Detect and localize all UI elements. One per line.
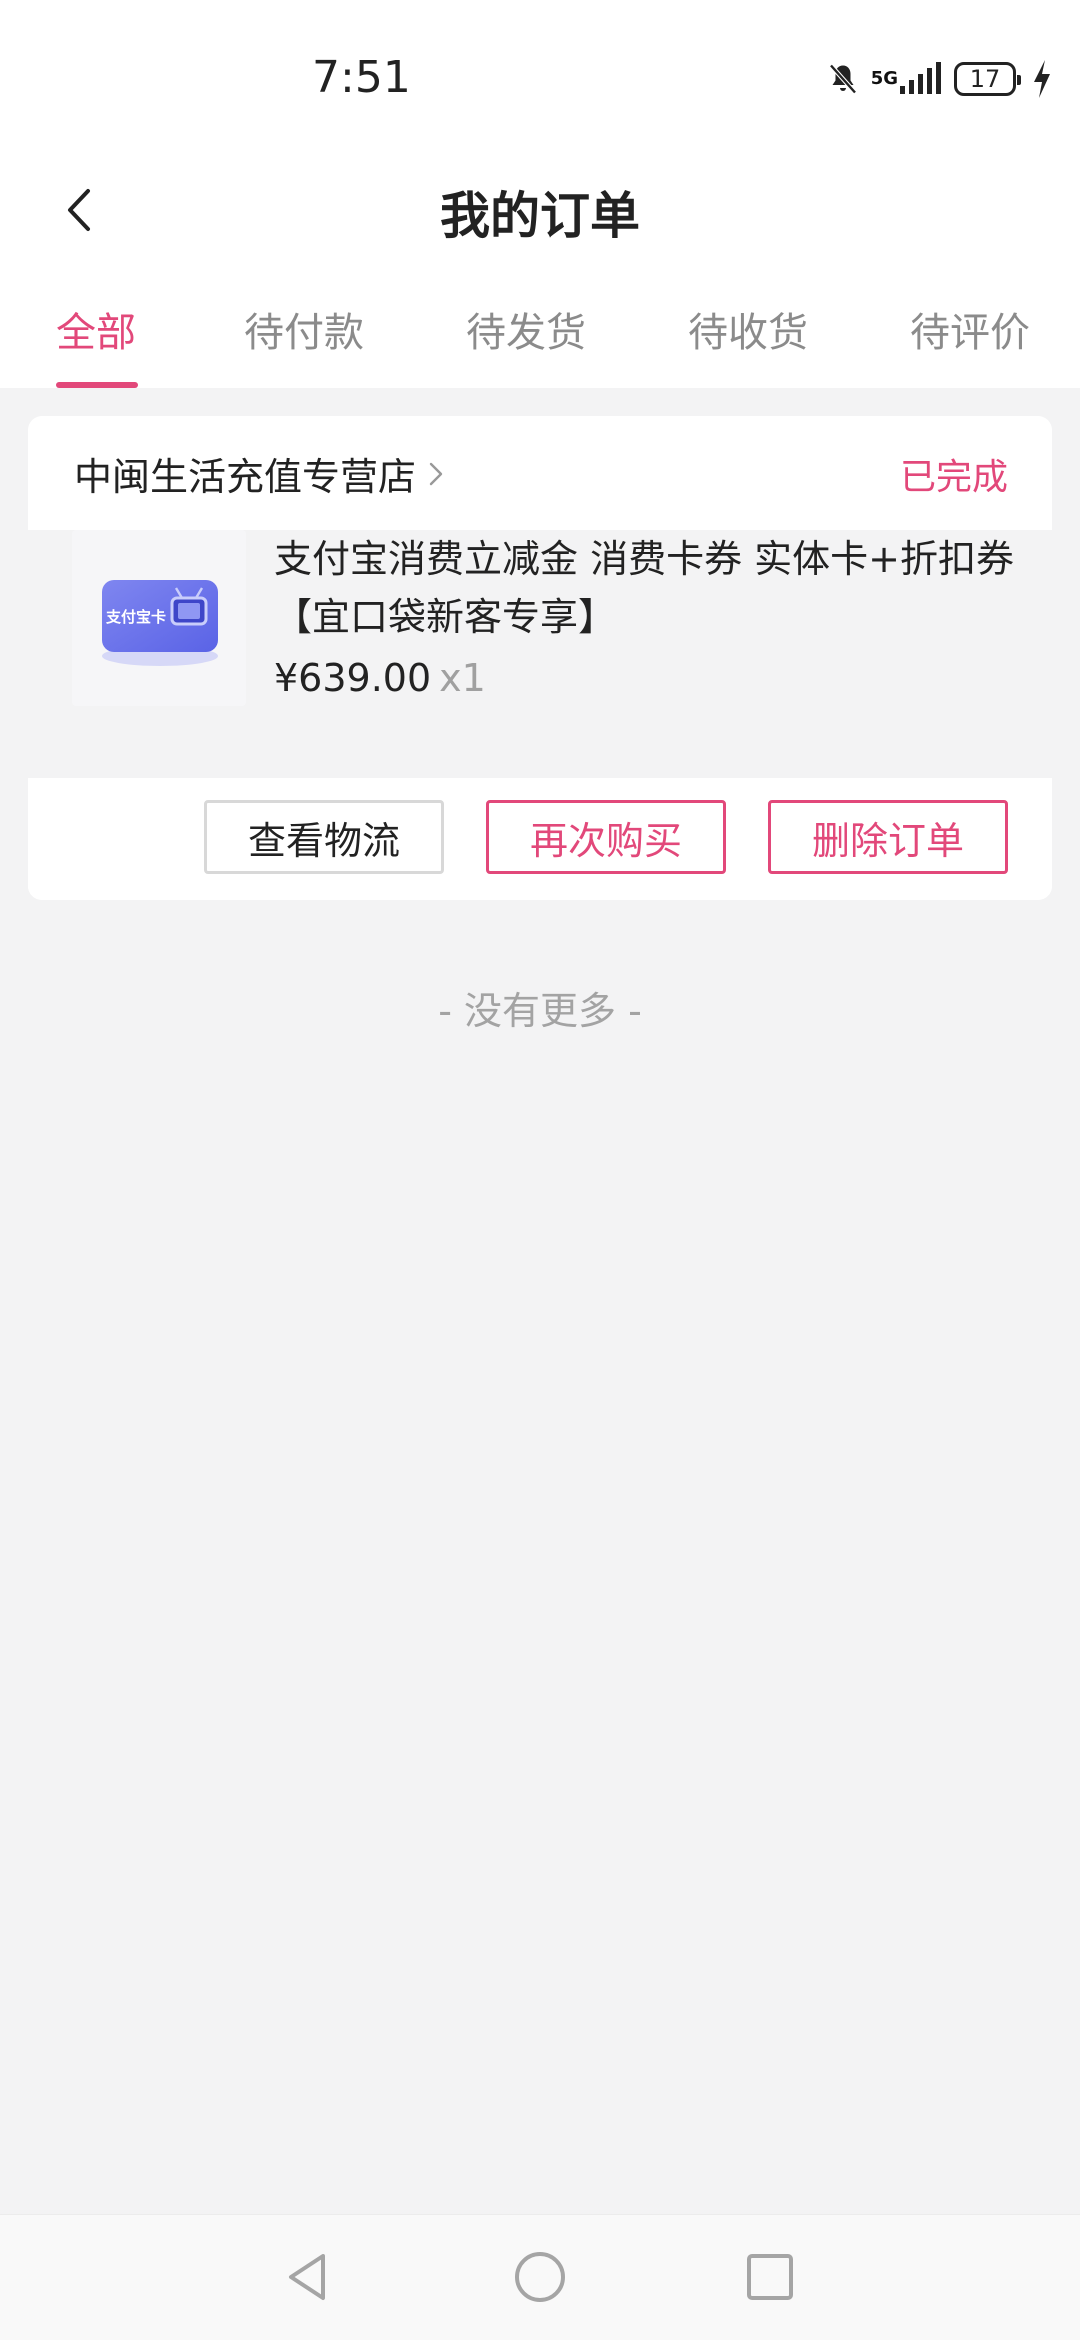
header: 我的订单 bbox=[0, 160, 1080, 260]
order-status: 已完成 bbox=[899, 457, 1008, 498]
nav-recents-button[interactable] bbox=[740, 2247, 800, 2307]
chevron-right-icon[interactable] bbox=[422, 460, 450, 488]
page-title: 我的订单 bbox=[440, 187, 640, 245]
tab-pending-receipt[interactable]: 待收货 bbox=[688, 300, 808, 388]
product-title[interactable]: 支付宝消费立减金 消费卡券 实体卡+折扣券【宜口袋新客专享】 bbox=[274, 530, 1034, 646]
order-tabs: 全部 待付款 待发货 待收货 待评价 bbox=[0, 260, 1080, 388]
view-logistics-button[interactable]: 查看物流 bbox=[204, 800, 444, 874]
tab-pending-review[interactable]: 待评价 bbox=[910, 300, 1030, 388]
battery-icon: 17 bbox=[954, 62, 1021, 96]
status-bar: 7:51 5G 17 bbox=[0, 0, 1080, 160]
network-label: 5G bbox=[870, 68, 898, 89]
delete-order-button[interactable]: 删除订单 bbox=[768, 800, 1008, 874]
active-tab-indicator bbox=[56, 382, 138, 388]
charging-icon bbox=[1032, 60, 1052, 98]
no-more-text: - 没有更多 - bbox=[438, 989, 642, 1033]
price-row: ¥639.00 x1 bbox=[274, 656, 486, 700]
order-card[interactable]: 中闽生活充值专营店 已完成 支付宝卡 支付宝消费立减金 消费卡券 实体卡+折扣券… bbox=[28, 416, 1052, 900]
buy-again-button[interactable]: 再次购买 bbox=[486, 800, 726, 874]
order-actions: 查看物流 再次购买 删除订单 bbox=[28, 778, 1052, 900]
home-circle-icon bbox=[515, 2252, 565, 2302]
product-thumbnail[interactable]: 支付宝卡 bbox=[72, 530, 246, 706]
mute-bell-icon bbox=[825, 61, 861, 97]
nav-back-button[interactable] bbox=[278, 2247, 338, 2307]
nav-home-button[interactable] bbox=[510, 2247, 570, 2307]
battery-level: 17 bbox=[969, 65, 1001, 93]
thumbnail-label: 支付宝卡 bbox=[106, 608, 167, 626]
product-price: ¥639.00 bbox=[274, 656, 432, 700]
status-time: 7:51 bbox=[312, 52, 411, 103]
tab-pending-shipment[interactable]: 待发货 bbox=[466, 300, 586, 388]
status-icons: 5G 17 bbox=[825, 56, 1052, 102]
recents-square-icon bbox=[747, 2254, 793, 2300]
system-nav-bar bbox=[0, 2214, 1080, 2340]
order-card-header: 中闽生活充值专营店 已完成 bbox=[28, 416, 1052, 530]
tab-all[interactable]: 全部 bbox=[56, 300, 136, 388]
product-quantity: x1 bbox=[439, 656, 486, 700]
signal-icon: 5G bbox=[871, 62, 944, 96]
tab-pending-payment[interactable]: 待付款 bbox=[244, 300, 364, 388]
order-item[interactable]: 支付宝卡 支付宝消费立减金 消费卡券 实体卡+折扣券【宜口袋新客专享】 ¥639… bbox=[28, 530, 1052, 778]
shop-name[interactable]: 中闽生活充值专营店 bbox=[74, 446, 416, 501]
back-triangle-icon bbox=[289, 2254, 325, 2300]
